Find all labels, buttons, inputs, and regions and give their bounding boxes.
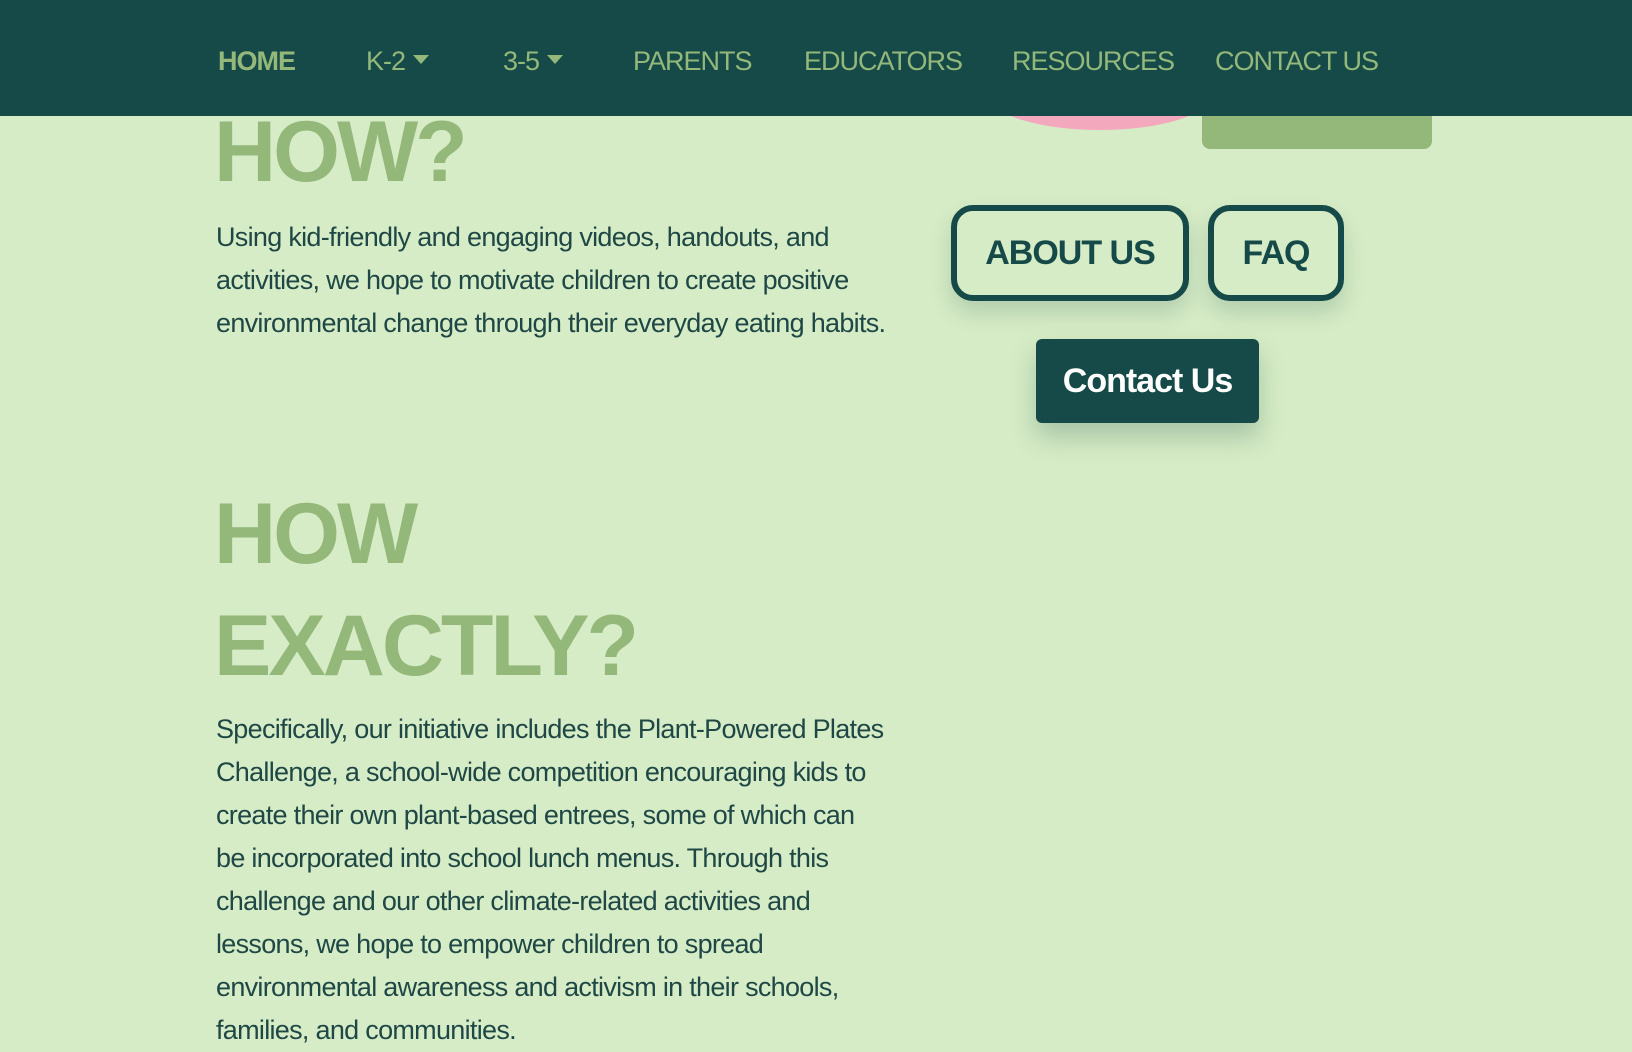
nav-item-educators[interactable]: EDUCATORS: [804, 41, 963, 81]
top-navbar: HOME K-2 3-5 PARENTS EDUCATORS RESOURCES…: [0, 0, 1632, 116]
heading-line: EXACTLY?: [214, 598, 639, 694]
nav-item-parents[interactable]: PARENTS: [633, 41, 753, 81]
nav-item-3-5[interactable]: 3-5: [503, 41, 564, 81]
nav-item-label: HOME: [218, 46, 296, 76]
nav-item-label: 3-5: [503, 46, 540, 76]
nav-item-k2[interactable]: K-2: [366, 41, 430, 81]
nav-item-resources[interactable]: RESOURCES: [1012, 41, 1175, 81]
faq-button[interactable]: FAQ: [1208, 205, 1344, 301]
about-us-button[interactable]: ABOUT US: [951, 205, 1189, 301]
contact-us-button-label: Contact Us: [1062, 362, 1233, 400]
heading-line: HOW: [214, 486, 418, 582]
section-heading-how-exactly: HOW EXACTLY?: [214, 478, 639, 702]
nav-item-label: K-2: [366, 46, 406, 76]
chevron-down-icon: [547, 55, 564, 65]
nav-item-label: CONTACT US: [1215, 46, 1379, 76]
chevron-down-icon: [413, 55, 430, 65]
section-body-how-exactly: Specifically, our initiative includes th…: [216, 714, 884, 1045]
section-body-how: Using kid-friendly and engaging videos, …: [216, 222, 886, 338]
nav-item-home[interactable]: HOME: [218, 41, 296, 81]
nav-item-contact-us[interactable]: CONTACT US: [1215, 41, 1379, 81]
nav-item-label: EDUCATORS: [804, 46, 963, 76]
contact-us-button[interactable]: Contact Us: [1036, 339, 1259, 423]
nav-item-label: RESOURCES: [1012, 46, 1175, 76]
nav-item-label: PARENTS: [633, 46, 753, 76]
faq-button-label: FAQ: [1242, 234, 1311, 272]
about-us-button-label: ABOUT US: [985, 234, 1156, 272]
